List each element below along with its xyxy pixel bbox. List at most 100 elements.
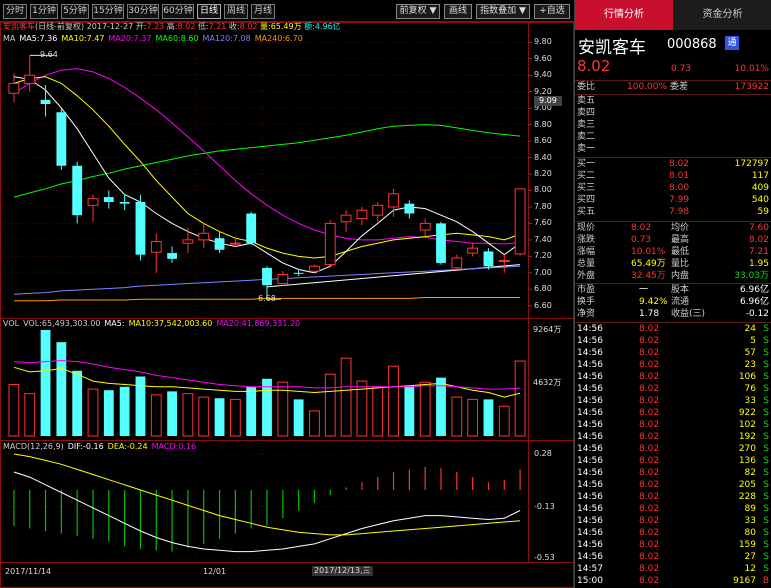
tick-volume: 57: [744, 348, 756, 358]
tick-direction: S: [763, 348, 769, 358]
bid-label: 买四: [577, 195, 596, 205]
volume-bar: [483, 399, 494, 436]
tick-direction: S: [763, 480, 769, 490]
legend-item: MACD(12,26,9): [3, 442, 64, 451]
tab-capital-analysis[interactable]: 资金分析: [673, 0, 771, 30]
tick-time: 14:56: [577, 552, 603, 562]
chart-header: 安凯客车(日线-前复权) 2017-12-27 开:7.23 高:8.02 低:…: [3, 22, 341, 32]
price-tick-label: 9.60: [534, 53, 552, 63]
stock-heading: 安凯客车 000868 通 8.02 0.73 10.01%: [575, 30, 771, 80]
tick-price: 8.02: [639, 516, 660, 526]
min-price-annotation: 6.68: [258, 294, 276, 303]
volume-bar: [24, 393, 36, 437]
header-vol-label: 量:: [259, 22, 271, 31]
period-button-30min[interactable]: 30分钟: [127, 4, 159, 19]
tick-price: 8.02: [639, 552, 660, 562]
tick-volume: 24: [744, 324, 756, 334]
tick-row: 14:56 8.02 159 S: [575, 539, 771, 551]
period-button-weekly[interactable]: 周线: [224, 4, 248, 19]
tick-volume: 205: [738, 480, 756, 490]
volume-bar: [229, 398, 241, 437]
volume-bar: [419, 381, 431, 437]
tab-market-analysis[interactable]: 行情分析: [575, 0, 673, 30]
tick-row: 14:56 8.02 23 S: [575, 359, 771, 371]
candle-body: [483, 251, 494, 267]
period-button-monthly[interactable]: 月线: [251, 4, 275, 19]
tick-time: 14:56: [577, 456, 603, 466]
period-button-daily[interactable]: 日线: [197, 4, 221, 19]
tick-row: 14:56 8.02 922 S: [575, 407, 771, 419]
volume-bar: [40, 330, 51, 436]
volume-bar: [262, 378, 272, 436]
index-overlay-dropdown[interactable]: 指数叠加 ▼: [476, 4, 530, 19]
volume-bar: [150, 394, 162, 437]
price-tick-label: 8.20: [534, 169, 552, 178]
legend-item: MA5:: [104, 319, 125, 328]
tick-time: 14:56: [577, 420, 603, 430]
volume-bar: [119, 386, 130, 436]
header-open-label: 开:: [135, 22, 147, 31]
stat-value: 6.96亿: [739, 297, 769, 307]
bid-volume: 59: [757, 207, 769, 217]
weibi-value: 100.00%: [627, 82, 668, 92]
period-button-5min[interactable]: 5分钟: [61, 4, 89, 19]
ask-row: 卖三: [575, 119, 771, 131]
tick-time: 14:56: [577, 480, 603, 490]
adjust-dropdown[interactable]: 前复权 ▼: [396, 4, 440, 19]
legend-item: MA: [3, 34, 16, 43]
volume-bar: [198, 396, 210, 437]
tick-volume: 80: [744, 528, 756, 538]
price-tick-label: 8.80: [534, 119, 552, 129]
tick-time: 14:56: [577, 516, 603, 526]
period-button-15min[interactable]: 15分钟: [92, 4, 124, 19]
volume-bar: [56, 342, 67, 436]
kline-chart-svg[interactable]: [0, 22, 574, 588]
tick-volume: 159: [738, 540, 756, 550]
tick-time: 15:00: [577, 576, 603, 586]
tick-price: 8.02: [639, 420, 660, 430]
tick-direction: S: [763, 432, 769, 442]
tick-price: 8.02: [639, 444, 660, 454]
stat-label: 量比: [671, 259, 690, 269]
stat-row: 现价 8.02 均价 7.60: [575, 222, 771, 234]
draw-line-button[interactable]: 画线: [444, 4, 472, 19]
volume-bar: [103, 390, 114, 436]
candle-body: [340, 214, 352, 223]
chart-frame: [0, 22, 574, 588]
legend-item: MA5:7.36: [19, 34, 58, 43]
volume-bar: [72, 370, 83, 436]
tick-direction: S: [763, 420, 769, 430]
tick-direction: S: [763, 468, 769, 478]
candle-body: [372, 204, 384, 216]
legend-item: DEA:-0.24: [107, 442, 148, 451]
tick-price: 8.02: [639, 336, 660, 346]
stat-label: 净资: [577, 309, 596, 319]
stat-value: 9.42%: [639, 297, 668, 307]
header-close-label: 收:: [228, 22, 240, 31]
tong-badge[interactable]: 通: [725, 36, 739, 50]
kline-chart-area[interactable]: 安凯客车(日线-前复权) 2017-12-27 开:7.23 高:8.02 低:…: [0, 22, 574, 588]
candle-body: [436, 223, 446, 263]
bid-volume: 540: [751, 195, 769, 205]
candle-body: [135, 202, 146, 255]
tick-row: 14:56 8.02 80 S: [575, 527, 771, 539]
tick-price: 8.02: [639, 468, 660, 478]
tick-row: 15:00 8.02 9167 B: [575, 575, 771, 587]
legend-item: MA120:7.08: [202, 34, 251, 43]
period-button-1min[interactable]: 1分钟: [30, 4, 58, 19]
price-tick-label: 7.40: [534, 234, 552, 244]
volume-bar: [498, 405, 510, 437]
tick-price: 8.02: [639, 540, 660, 550]
tick-time: 14:56: [577, 372, 603, 382]
candle-body: [419, 222, 431, 231]
header-high: 8.02: [177, 22, 196, 31]
tick-price: 8.02: [639, 576, 660, 586]
add-watchlist-button[interactable]: +自选: [534, 4, 570, 19]
period-button-intraday[interactable]: 分时: [3, 4, 27, 19]
bid-row: 买三 8.00 409: [575, 182, 771, 194]
volume-legend: VOL VOL:65,493,303.00 MA5: MA10:37,542,003.…: [3, 319, 304, 329]
tick-time: 14:56: [577, 504, 603, 514]
tick-row: 14:56 8.02 270 S: [575, 443, 771, 455]
period-button-60min[interactable]: 60分钟: [162, 4, 194, 19]
ma20-line: [13, 68, 521, 245]
